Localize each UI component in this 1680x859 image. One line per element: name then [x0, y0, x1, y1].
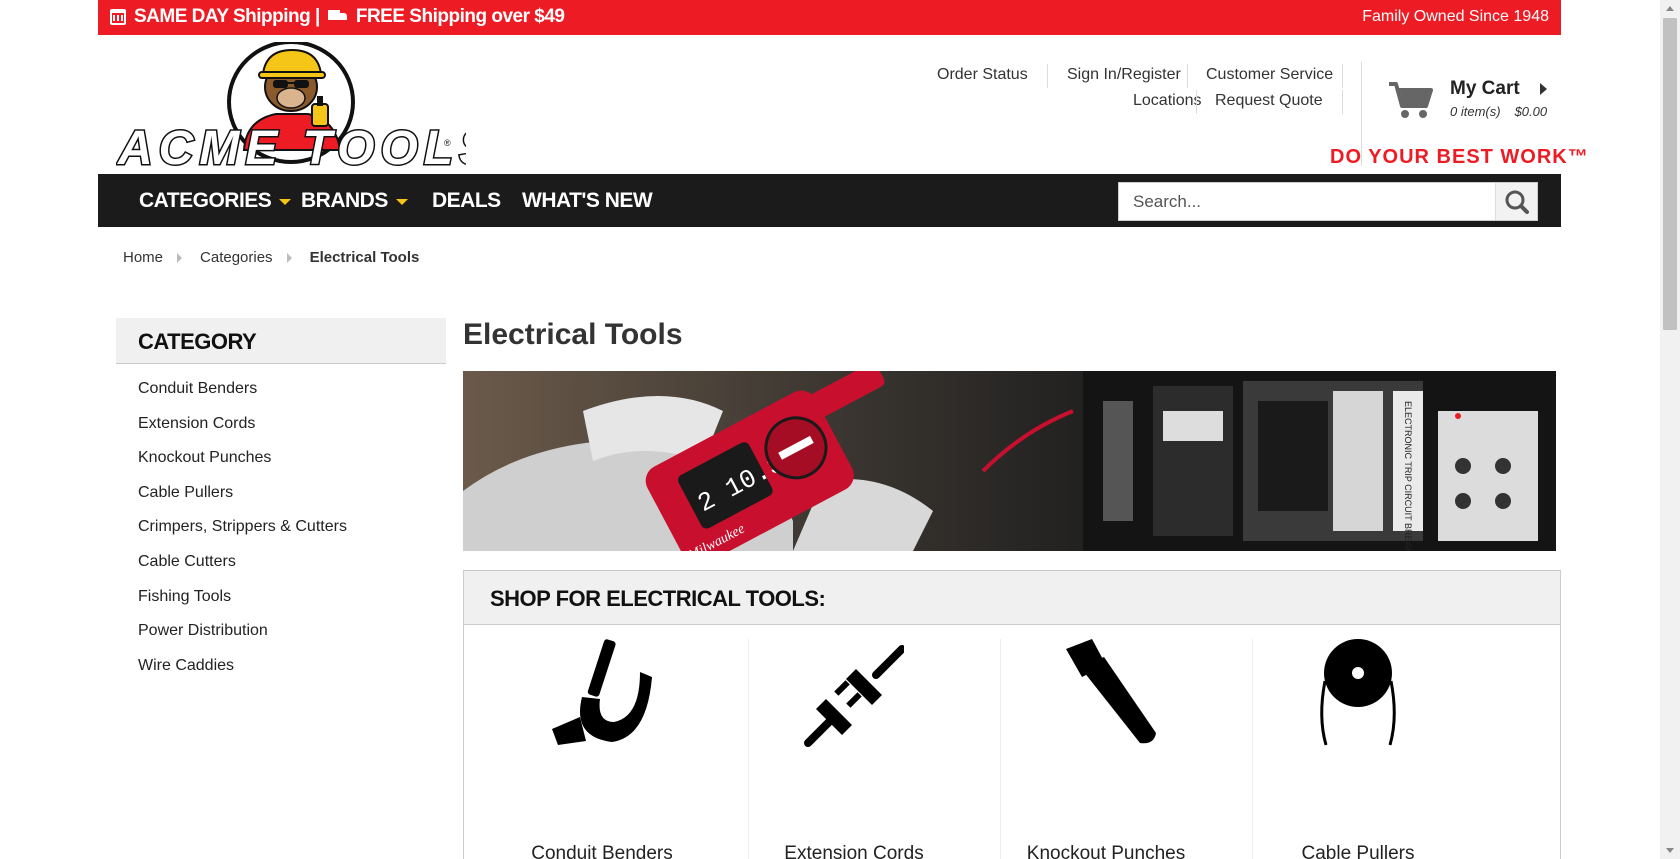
plug-icon [804, 645, 904, 747]
breaker-label: ELECTRONIC TRIP CIRCUIT BREAKER [1403, 401, 1413, 551]
conduit-bender-icon [552, 639, 652, 745]
scroll-down-arrow-icon[interactable] [1666, 848, 1674, 853]
cart-item-count: 0 item(s) [1450, 104, 1501, 119]
nav-deals[interactable]: DEALS [432, 189, 501, 213]
cart-arrow-icon[interactable] [1540, 83, 1547, 95]
chevron-down-icon [279, 199, 292, 205]
acme-tools-logo[interactable]: ACME TOOLS ® [116, 40, 493, 177]
search-icon [1505, 190, 1529, 214]
svg-text:®: ® [444, 138, 451, 148]
search-button[interactable] [1495, 183, 1537, 220]
sidebar-heading: CATEGORY [116, 318, 446, 364]
category-tile-conduit-benders[interactable]: Conduit Benders [476, 637, 728, 859]
page: SAME DAY Shipping | FREE Shipping over $… [0, 0, 1680, 859]
chevron-right-icon [286, 252, 292, 263]
shop-heading-label: SHOP FOR ELECTRICAL TOOLS: [490, 586, 826, 611]
shipping-promo: SAME DAY Shipping | FREE Shipping over $… [110, 6, 565, 28]
scroll-up-arrow-icon[interactable] [1666, 6, 1674, 11]
category-tile-label: Cable Pullers [1301, 843, 1415, 859]
category-tile-label: Extension Cords [784, 843, 924, 859]
nav-brands[interactable]: BRANDS [301, 189, 408, 213]
page-scrollbar[interactable] [1660, 0, 1680, 859]
page-title: Electrical Tools [463, 318, 683, 351]
shopping-cart-icon[interactable] [1387, 80, 1433, 125]
sidebar-item-crimpers-strippers-cutters[interactable]: Crimpers, Strippers & Cutters [138, 518, 347, 553]
sidebar-item-power-distribution[interactable]: Power Distribution [138, 622, 347, 657]
category-tile-extension-cords[interactable]: Extension Cords [728, 637, 980, 859]
utility-divider [1187, 64, 1188, 88]
cable-puller-icon [1320, 639, 1396, 746]
sidebar-category-list: Conduit Benders Extension Cords Knockout… [138, 380, 347, 691]
sidebar-heading-label: CATEGORY [138, 329, 257, 354]
order-status-link[interactable]: Order Status [937, 66, 1028, 84]
sign-in-register-link[interactable]: Sign In/Register [1067, 66, 1181, 84]
breadcrumb-current: Electrical Tools [309, 249, 420, 266]
request-quote-link[interactable]: Request Quote [1215, 92, 1323, 110]
category-tile-knockout-punches[interactable]: Knockout Punches [980, 637, 1232, 859]
breadcrumb-categories[interactable]: Categories [200, 249, 273, 266]
chevron-down-icon [395, 199, 408, 205]
utility-divider [1047, 64, 1048, 88]
customer-service-link[interactable]: Customer Service [1206, 66, 1333, 84]
breadcrumb: Home Categories Electrical Tools [123, 249, 419, 266]
search-box [1118, 182, 1538, 221]
logo-wordmark: ACME TOOLS [117, 122, 466, 172]
category-tile-label: Conduit Benders [531, 843, 673, 859]
nav-whats-new[interactable]: WHAT'S NEW [522, 189, 653, 213]
family-owned-text: Family Owned Since 1948 [1362, 8, 1549, 25]
category-tile-cable-pullers[interactable]: Cable Pullers [1232, 637, 1484, 859]
sidebar-item-knockout-punches[interactable]: Knockout Punches [138, 449, 347, 484]
sidebar-item-extension-cords[interactable]: Extension Cords [138, 415, 347, 450]
scrollbar-thumb[interactable] [1663, 18, 1677, 330]
hero-banner-image: 2 10.3 Milwaukee ELECTRONIC TRIP CIRCUIT… [463, 371, 1556, 551]
nav-categories-label: CATEGORIES [139, 189, 272, 212]
shop-heading: SHOP FOR ELECTRICAL TOOLS: [464, 571, 1560, 625]
utility-divider [1196, 90, 1197, 114]
cart-summary: 0 item(s) $0.00 [1450, 104, 1547, 119]
search-input[interactable] [1119, 183, 1497, 220]
promo-banner: SAME DAY Shipping | FREE Shipping over $… [98, 0, 1561, 35]
sidebar-item-cable-cutters[interactable]: Cable Cutters [138, 553, 347, 588]
locations-link[interactable]: Locations [1133, 92, 1202, 110]
utility-divider [1342, 90, 1343, 114]
truck-icon [327, 10, 348, 24]
nav-categories[interactable]: CATEGORIES [139, 189, 292, 213]
sidebar-item-cable-pullers[interactable]: Cable Pullers [138, 484, 347, 519]
nav-brands-label: BRANDS [301, 189, 388, 212]
my-cart-link[interactable]: My Cart [1450, 78, 1520, 100]
knockout-punch-icon [1066, 639, 1156, 744]
brand-tagline: DO YOUR BEST WORK™ [1330, 146, 1589, 168]
sidebar-item-conduit-benders[interactable]: Conduit Benders [138, 380, 347, 415]
free-shipping-text: FREE Shipping over $49 [355, 6, 565, 27]
category-tile-label: Knockout Punches [1026, 843, 1186, 859]
breadcrumb-home[interactable]: Home [123, 249, 163, 266]
utility-divider [1342, 64, 1343, 88]
shop-panel: SHOP FOR ELECTRICAL TOOLS: Conduit Bende… [463, 570, 1561, 859]
sidebar-item-fishing-tools[interactable]: Fishing Tools [138, 588, 347, 623]
chevron-right-icon [177, 252, 183, 263]
cart-total: $0.00 [1514, 104, 1548, 119]
calendar-icon [110, 9, 126, 25]
sidebar-item-wire-caddies[interactable]: Wire Caddies [138, 657, 347, 692]
same-day-shipping-text: SAME DAY Shipping | [134, 6, 320, 27]
